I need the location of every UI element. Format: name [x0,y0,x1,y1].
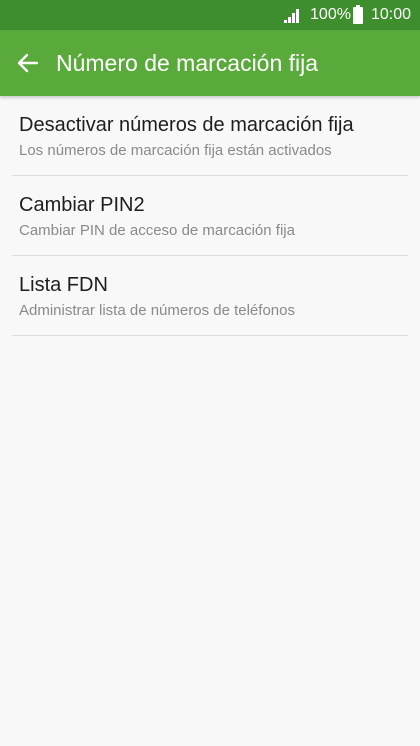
back-button[interactable] [0,30,56,96]
clock: 10:00 [370,6,411,23]
status-bar: 100% 10:00 [0,0,420,30]
setting-change-pin2[interactable]: Cambiar PIN2 Cambiar PIN de acceso de ma… [12,176,408,256]
battery-percent: 100% [310,6,351,23]
settings-list: Desactivar números de marcación fija Los… [0,96,420,336]
signal-icon [284,8,300,23]
setting-subtitle: Los números de marcación fija están acti… [19,142,332,159]
battery-icon [352,4,363,24]
screen: 100% 10:00 Número de marcación fija Desa… [0,0,420,746]
setting-disable-fdn[interactable]: Desactivar números de marcación fija Los… [12,96,408,176]
setting-title: Desactivar números de marcación fija [19,114,354,136]
setting-title: Cambiar PIN2 [19,194,145,216]
page-title: Número de marcación fija [56,49,319,76]
setting-fdn-list[interactable]: Lista FDN Administrar lista de números d… [12,256,408,336]
arrow-left-icon [17,53,39,73]
setting-subtitle: Administrar lista de números de teléfono… [19,302,295,319]
setting-title: Lista FDN [19,274,108,296]
action-bar: Número de marcación fija [0,30,420,96]
setting-subtitle: Cambiar PIN de acceso de marcación fija [19,222,295,239]
